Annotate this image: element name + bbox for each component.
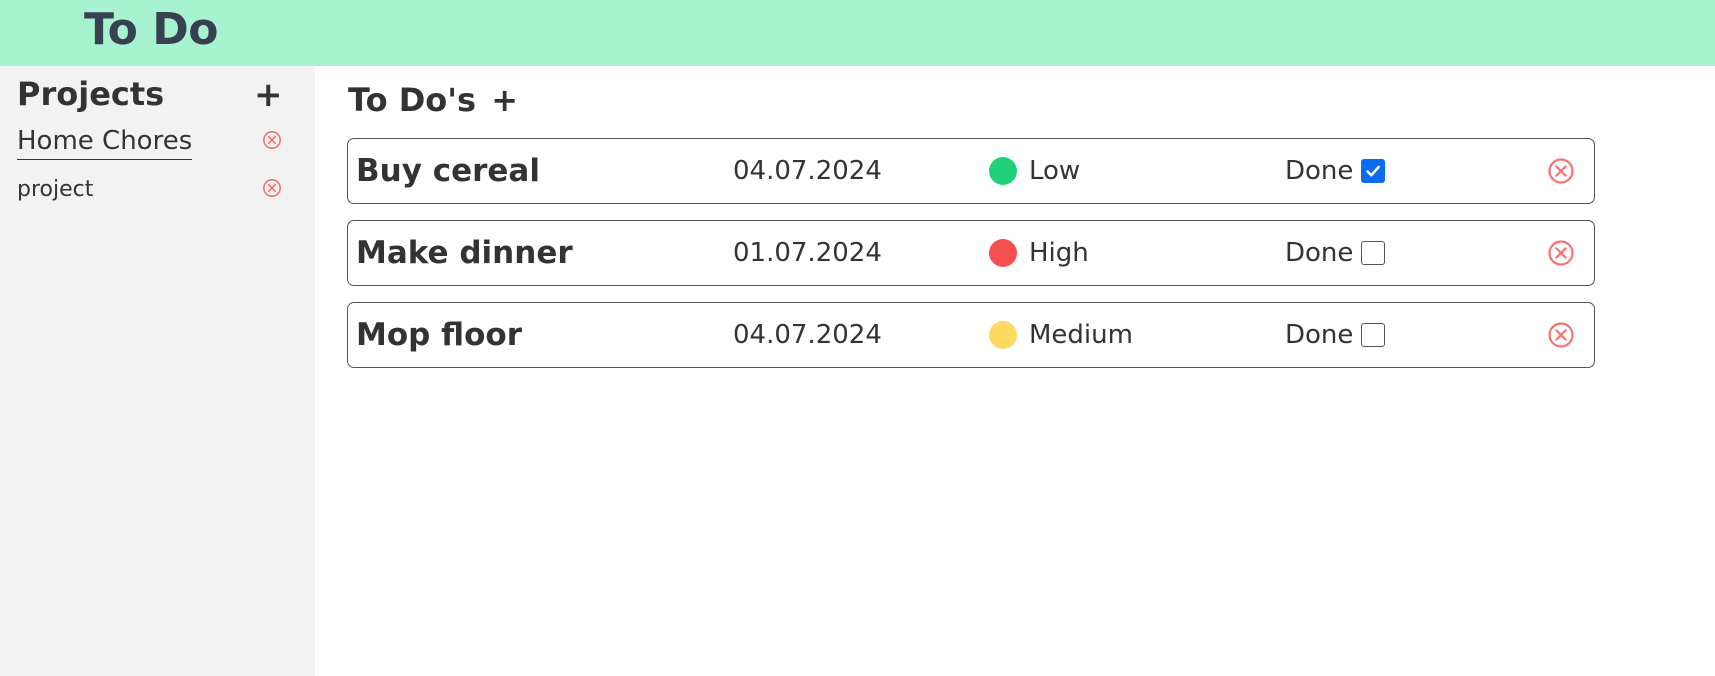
- todo-date: 01.07.2024: [733, 238, 882, 268]
- todo-priority: High: [1029, 238, 1089, 268]
- done-checkbox[interactable]: [1361, 241, 1385, 265]
- priority-dot: [989, 321, 1017, 349]
- priority-dot: [989, 239, 1017, 267]
- todo-row: Mop floor 04.07.2024 Medium Done: [347, 302, 1595, 368]
- done-checkbox[interactable]: [1361, 159, 1385, 183]
- project-label[interactable]: project: [17, 175, 93, 205]
- add-project-button[interactable]: +: [254, 76, 283, 114]
- projects-heading: Projects: [17, 75, 165, 113]
- todo-row: Buy cereal 04.07.2024 Low Done: [347, 138, 1595, 204]
- delete-project-icon[interactable]: [260, 128, 284, 152]
- app-title: To Do: [84, 4, 218, 55]
- priority-dot: [989, 157, 1017, 185]
- done-label: Done: [1285, 320, 1354, 350]
- todo-date: 04.07.2024: [733, 156, 882, 186]
- todos-heading-label: To Do's: [348, 81, 477, 119]
- project-label[interactable]: Home Chores: [17, 124, 193, 160]
- delete-todo-icon[interactable]: [1546, 320, 1576, 350]
- todo-row: Make dinner 01.07.2024 High Done: [347, 220, 1595, 286]
- todo-title[interactable]: Mop floor: [356, 315, 522, 355]
- done-checkbox[interactable]: [1361, 323, 1385, 347]
- done-label: Done: [1285, 156, 1354, 186]
- sidebar: Projects + Home Chores project: [0, 66, 315, 676]
- delete-todo-icon[interactable]: [1546, 238, 1576, 268]
- todo-priority: Low: [1029, 156, 1081, 186]
- todo-priority: Medium: [1029, 320, 1133, 350]
- add-todo-button[interactable]: +: [491, 81, 518, 119]
- project-item-project[interactable]: project: [17, 175, 287, 211]
- checkmark-icon: [1366, 165, 1380, 177]
- todos-heading: To Do's +: [348, 78, 518, 122]
- done-label: Done: [1285, 238, 1354, 268]
- app-header: To Do: [0, 0, 1715, 66]
- todo-title[interactable]: Buy cereal: [356, 151, 540, 191]
- delete-project-icon[interactable]: [260, 176, 284, 200]
- delete-todo-icon[interactable]: [1546, 156, 1576, 186]
- todo-date: 04.07.2024: [733, 320, 882, 350]
- project-item-home-chores[interactable]: Home Chores: [17, 124, 287, 160]
- todo-title[interactable]: Make dinner: [356, 233, 573, 273]
